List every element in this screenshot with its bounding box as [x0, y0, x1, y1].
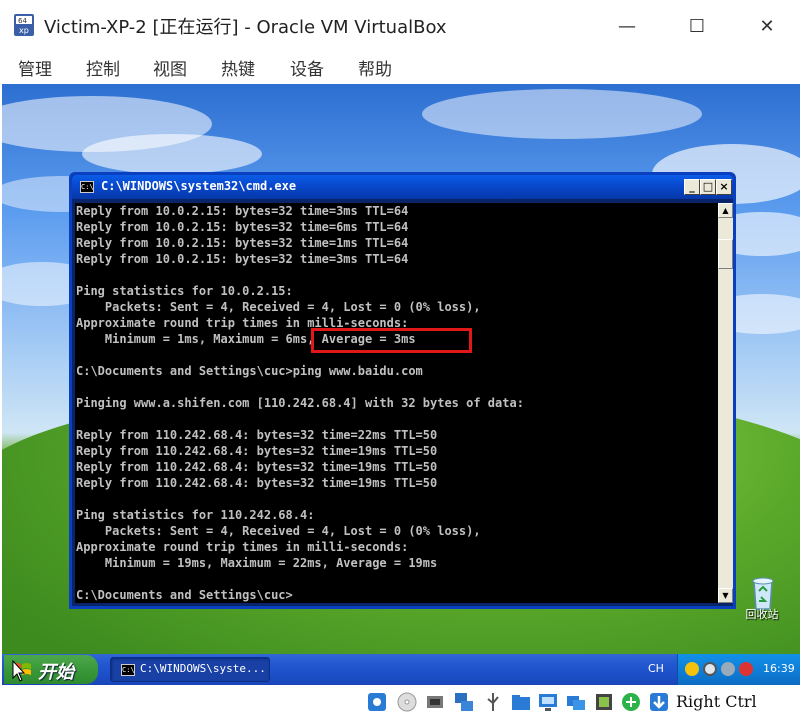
download-arrow-icon[interactable] — [648, 691, 670, 713]
taskbar-cmd-button[interactable]: C:\ C:\WINDOWS\syste... — [110, 657, 270, 682]
recycle-bin-label: 回收站 — [745, 608, 779, 621]
host-key-label[interactable]: Right Ctrl — [676, 692, 757, 711]
command-highlight-box — [311, 328, 472, 353]
audio-icon[interactable] — [424, 691, 446, 713]
security-alert-icon[interactable] — [739, 662, 753, 676]
cmd-maximize-button[interactable]: □ — [700, 179, 716, 195]
host-menu-bar: 管理 控制 视图 热键 设备 帮助 — [0, 50, 802, 84]
language-indicator[interactable]: CH — [648, 662, 664, 675]
console-line: Packets: Sent = 4, Received = 4, Lost = … — [76, 300, 481, 314]
usb-icon[interactable] — [482, 691, 504, 713]
host-title-bar: 64 xp Victim-XP-2 [正在运行] - Oracle VM Vir… — [0, 0, 802, 50]
console-line: Approximate round trip times in milli-se… — [76, 540, 409, 554]
console-line: Minimum = 19ms, Maximum = 22ms, Average … — [76, 556, 438, 570]
start-label: 开始 — [38, 662, 74, 683]
cpu-icon[interactable] — [620, 691, 642, 713]
screen-capture-icon[interactable] — [565, 691, 587, 713]
console-line: Reply from 110.242.68.4: bytes=32 time=1… — [76, 476, 438, 490]
console-line: Reply from 10.0.2.15: bytes=32 time=1ms … — [76, 236, 409, 250]
cmd-close-button[interactable]: × — [716, 179, 732, 195]
security-shield-icon[interactable] — [685, 662, 699, 676]
scroll-down-button[interactable]: ▼ — [718, 588, 733, 603]
cmd-icon: C:\ — [121, 664, 135, 676]
console-line: Packets: Sent = 4, Received = 4, Lost = … — [76, 524, 481, 538]
network-adapter-icon[interactable] — [453, 691, 475, 713]
menu-devices[interactable]: 设备 — [290, 55, 324, 80]
cmd-title-bar[interactable]: C:\ C:\WINDOWS\system32\cmd.exe _ □ × — [72, 175, 733, 199]
menu-manage[interactable]: 管理 — [18, 55, 52, 80]
console-line: C:\Documents and Settings\cuc>ping www.b… — [76, 364, 423, 378]
virtualbox-xp-icon: 64 xp — [14, 14, 34, 36]
svg-text:xp: xp — [19, 26, 29, 35]
menu-hotkeys[interactable]: 热键 — [221, 55, 255, 80]
console-scrollbar[interactable]: ▲ ▼ — [718, 203, 733, 603]
menu-control[interactable]: 控制 — [86, 55, 120, 80]
taskbar-cmd-label: C:\WINDOWS\syste... — [140, 662, 266, 675]
console-line: C:\Documents and Settings\cuc> — [76, 588, 293, 602]
optical-drive-icon[interactable] — [396, 691, 418, 713]
console-line: Reply from 10.0.2.15: bytes=32 time=6ms … — [76, 220, 409, 234]
display-icon[interactable] — [537, 691, 559, 713]
mouse-cursor-icon — [12, 660, 26, 682]
console-line: Pinging www.a.shifen.com [110.242.68.4] … — [76, 396, 524, 410]
console-output[interactable]: Reply from 10.0.2.15: bytes=32 time=3ms … — [75, 203, 718, 603]
volume-icon[interactable] — [721, 662, 735, 676]
maximize-button[interactable]: ☐ — [682, 12, 712, 40]
console-line: Reply from 110.242.68.4: bytes=32 time=1… — [76, 444, 438, 458]
shared-folders-icon[interactable] — [510, 691, 532, 713]
taskbar: 开始 C:\ C:\WINDOWS\syste... CH 16:39 — [2, 654, 800, 685]
cmd-title: C:\WINDOWS\system32\cmd.exe — [101, 179, 297, 193]
console-line: Ping statistics for 10.0.2.15: — [76, 284, 293, 298]
console-line: Ping statistics for 110.242.68.4: — [76, 508, 315, 522]
cmd-window[interactable]: C:\ C:\WINDOWS\system32\cmd.exe _ □ × Re… — [69, 172, 736, 609]
minimize-button[interactable]: — — [612, 12, 642, 40]
host-status-bar: Right Ctrl — [0, 685, 802, 720]
menu-help[interactable]: 帮助 — [358, 55, 392, 80]
cmd-icon: C:\ — [80, 181, 94, 193]
scroll-thumb[interactable] — [718, 239, 733, 269]
cmd-minimize-button[interactable]: _ — [684, 179, 700, 195]
hard-disk-icon[interactable] — [366, 691, 388, 713]
console-line: Reply from 10.0.2.15: bytes=32 time=3ms … — [76, 204, 409, 218]
clock[interactable]: 16:39 — [763, 662, 795, 675]
close-button[interactable]: ✕ — [752, 12, 782, 40]
guest-screen[interactable]: 回收站 C:\ C:\WINDOWS\system32\cmd.exe _ □ … — [2, 84, 800, 685]
network-icon[interactable] — [703, 662, 717, 676]
console-line: Reply from 110.242.68.4: bytes=32 time=1… — [76, 460, 438, 474]
scroll-up-button[interactable]: ▲ — [718, 203, 733, 218]
recording-icon[interactable] — [593, 691, 615, 713]
system-tray: 16:39 — [677, 654, 800, 685]
console-line: Reply from 10.0.2.15: bytes=32 time=3ms … — [76, 252, 409, 266]
console-line: Reply from 110.242.68.4: bytes=32 time=2… — [76, 428, 438, 442]
svg-text:64: 64 — [18, 17, 27, 25]
window-title: Victim-XP-2 [正在运行] - Oracle VM VirtualBo… — [44, 17, 447, 38]
menu-view[interactable]: 视图 — [153, 55, 187, 80]
